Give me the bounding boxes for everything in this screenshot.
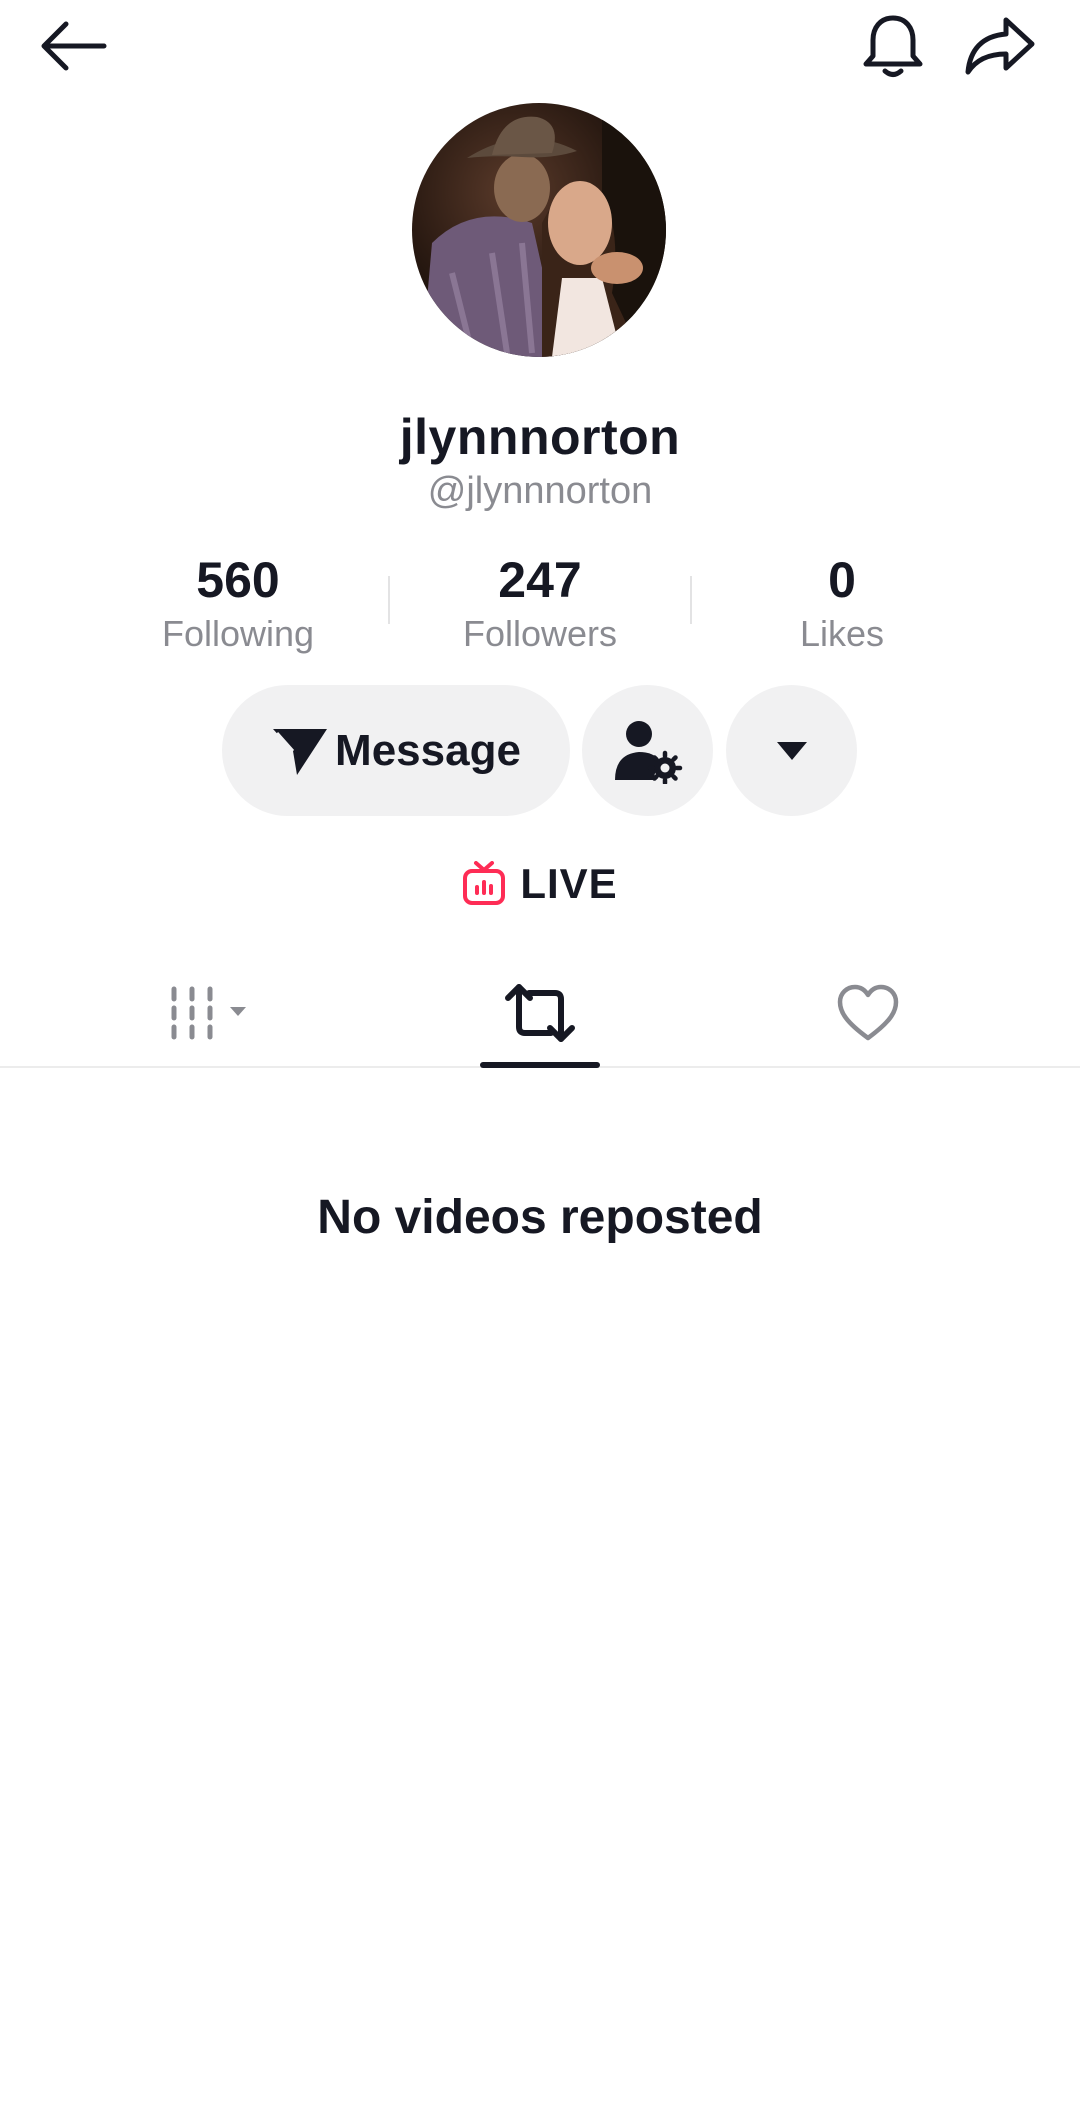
likes-count: 0 (828, 552, 856, 608)
following-count: 560 (196, 552, 280, 608)
user-gear-icon (614, 720, 682, 784)
followers-count: 247 (498, 552, 582, 608)
live-tv-icon (463, 861, 506, 905)
heart-outline-icon (837, 984, 899, 1041)
followers-label: Followers (462, 613, 618, 654)
display-name: jlynnnorton (399, 409, 681, 465)
tab-videos[interactable] (120, 960, 320, 1066)
live-label: LIVE (520, 860, 618, 907)
send-plane-icon (273, 728, 328, 775)
tab-reposts[interactable] (440, 960, 640, 1066)
live-link[interactable]: LIVE (0, 856, 1080, 912)
stat-following[interactable]: 560 Following (128, 548, 348, 656)
username: @jlynnnorton (427, 470, 653, 512)
likes-label: Likes (799, 613, 885, 654)
avatar[interactable] (412, 103, 666, 357)
content-tabs (0, 960, 1080, 1068)
more-options-button[interactable] (726, 685, 857, 816)
message-button[interactable]: Message (222, 685, 570, 816)
top-bar (0, 0, 1080, 100)
stat-followers[interactable]: 247 Followers (430, 548, 650, 656)
following-label: Following (161, 613, 315, 654)
repost-icon (505, 984, 575, 1042)
empty-state-message: No videos reposted (317, 1191, 763, 1244)
caret-down-icon (776, 741, 807, 760)
grid-filter-icon (171, 986, 246, 1040)
tab-liked[interactable] (768, 960, 968, 1066)
stat-divider (388, 576, 390, 624)
friend-settings-button[interactable] (582, 685, 713, 816)
active-tab-indicator (480, 1062, 600, 1068)
message-label: Message (335, 725, 521, 775)
arrow-left-icon[interactable] (36, 16, 108, 76)
bell-icon[interactable] (860, 12, 926, 80)
stat-divider (690, 576, 692, 624)
share-arrow-icon[interactable] (964, 14, 1036, 78)
stat-likes[interactable]: 0 Likes (732, 548, 952, 656)
